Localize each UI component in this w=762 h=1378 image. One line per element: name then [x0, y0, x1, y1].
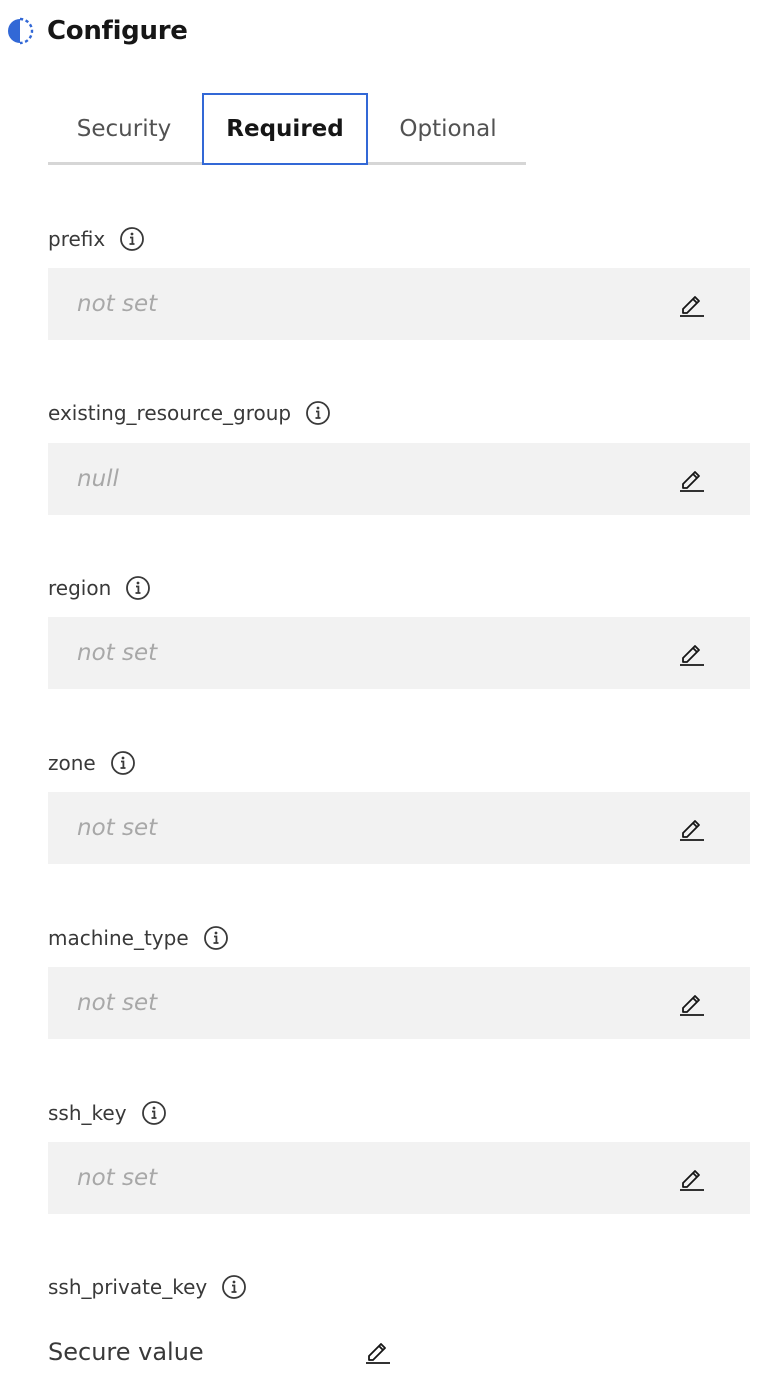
info-icon[interactable] — [305, 400, 331, 426]
field-label-row-region: region — [48, 573, 151, 603]
machine-type-input[interactable]: not set — [48, 967, 750, 1039]
field-label: machine_type — [48, 926, 189, 950]
field-label-row-zone: zone — [48, 748, 136, 778]
info-icon[interactable] — [141, 1100, 167, 1126]
tab-required[interactable]: Required — [202, 93, 368, 165]
pencil-edit-icon[interactable] — [678, 290, 706, 318]
info-icon[interactable] — [119, 226, 145, 252]
input-value: not set — [77, 815, 158, 841]
pencil-edit-icon[interactable] — [678, 639, 706, 667]
prefix-input[interactable]: not set — [48, 268, 750, 340]
ssh-key-input[interactable]: not set — [48, 1142, 750, 1214]
pencil-edit-icon[interactable] — [678, 465, 706, 493]
field-label: ssh_private_key — [48, 1275, 208, 1299]
field-label-row-ssh-key: ssh_key — [48, 1098, 167, 1128]
pencil-edit-icon[interactable] — [678, 814, 706, 842]
input-value: null — [77, 466, 119, 492]
input-value: not set — [77, 990, 158, 1016]
info-icon[interactable] — [110, 750, 136, 776]
existing-resource-group-input[interactable]: null — [48, 443, 750, 515]
info-icon[interactable] — [203, 925, 229, 951]
page-header: Configure — [6, 14, 188, 48]
field-label: zone — [48, 751, 96, 775]
tab-optional[interactable]: Optional — [370, 93, 526, 165]
pencil-edit-icon[interactable] — [678, 989, 706, 1017]
field-label-row-machine-type: machine_type — [48, 923, 229, 953]
field-label: existing_resource_group — [48, 401, 292, 425]
pencil-edit-icon[interactable] — [678, 1164, 706, 1192]
zone-input[interactable]: not set — [48, 792, 750, 864]
input-value: not set — [77, 1165, 158, 1191]
field-label: ssh_key — [48, 1101, 127, 1125]
field-label-row-ssh-private-key: ssh_private_key — [48, 1272, 247, 1302]
input-value: not set — [77, 291, 158, 317]
field-label-row-existing-resource-group: existing_resource_group — [48, 398, 331, 428]
input-value: not set — [77, 640, 158, 666]
secure-value-text: Secure value — [48, 1338, 204, 1366]
field-label: prefix — [48, 227, 106, 251]
field-label-row-prefix: prefix — [48, 224, 145, 254]
tab-bar: Security Required Optional — [48, 93, 526, 165]
info-icon[interactable] — [125, 575, 151, 601]
ssh-private-key-secure-value: Secure value — [48, 1334, 390, 1370]
info-icon[interactable] — [221, 1274, 247, 1300]
page-title: Configure — [47, 16, 188, 46]
region-input[interactable]: not set — [48, 617, 750, 689]
pencil-edit-icon[interactable] — [364, 1337, 392, 1365]
half-circle-status-icon — [6, 17, 34, 45]
tab-security[interactable]: Security — [48, 93, 200, 165]
field-label: region — [48, 576, 112, 600]
